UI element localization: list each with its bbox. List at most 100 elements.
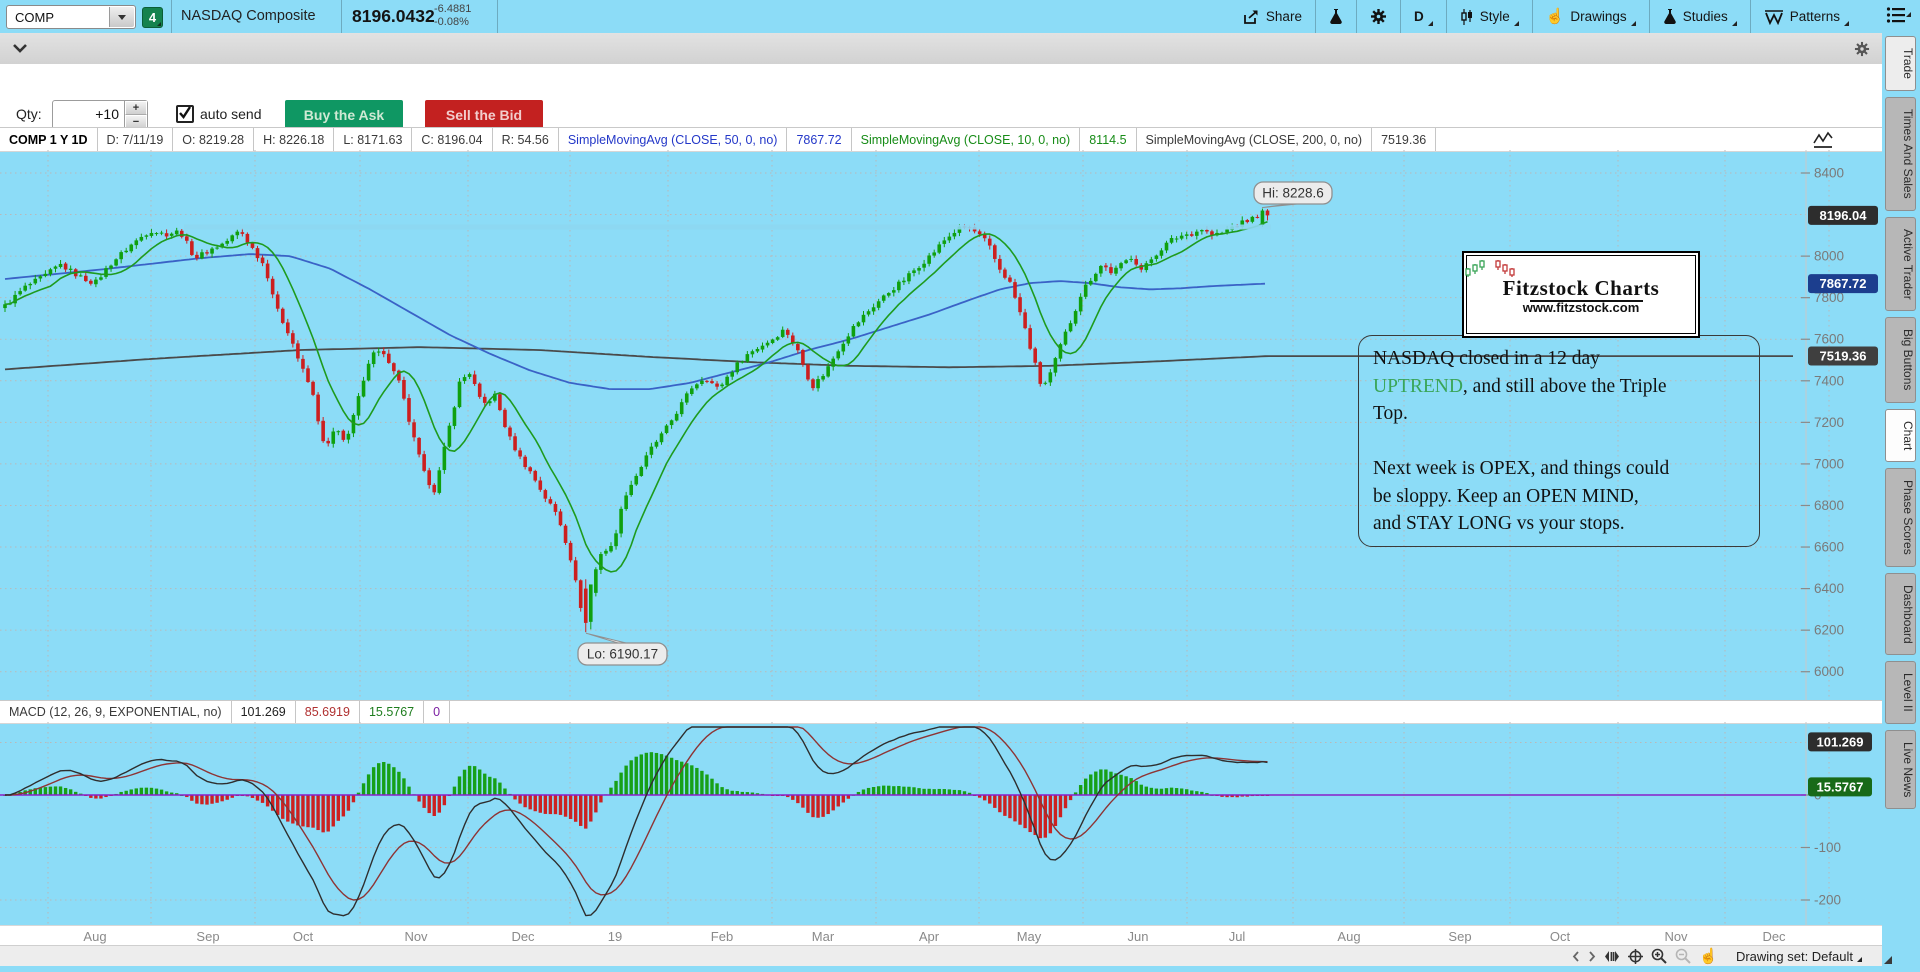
divider	[497, 0, 498, 33]
month-label: Feb	[710, 929, 734, 944]
studies-button[interactable]: Studies	[1648, 0, 1750, 33]
drawing-set-selector[interactable]: Drawing set: Default	[1736, 949, 1862, 964]
logo-candles-icon	[1465, 260, 1515, 277]
price-change: -6.4881 -0.08%	[434, 3, 471, 29]
macd-chart[interactable]: 0-100-200101.26915.5767	[0, 722, 1882, 925]
quantity-stepper[interactable]: +10 + −	[52, 100, 148, 130]
check-icon	[179, 106, 192, 119]
style-button[interactable]: Style	[1445, 0, 1532, 33]
month-label: Apr	[918, 929, 940, 944]
ohlc-field: D: 7/11/19	[98, 128, 174, 151]
analyze-button[interactable]	[1314, 0, 1356, 33]
auto-send-checkbox[interactable]	[176, 105, 194, 123]
last-price: 8196.0432	[352, 6, 435, 26]
back-arrow-icon[interactable]	[1572, 950, 1580, 962]
sidebar-tab-phase-scores[interactable]: Phase Scores	[1885, 467, 1916, 567]
month-label: Aug	[1337, 929, 1361, 944]
studies-label: Studies	[1682, 9, 1728, 24]
sidebar-tab-live-news[interactable]: Live News	[1885, 730, 1916, 810]
resize-grip[interactable]	[1884, 956, 1892, 964]
stepper-buttons: + −	[124, 101, 147, 129]
month-label: Aug	[83, 929, 107, 944]
price-tick-label: 7200	[1814, 415, 1844, 430]
line-chart-icon[interactable]	[1812, 131, 1834, 149]
forward-arrow-icon[interactable]	[1588, 950, 1596, 962]
month-label: Jun	[1127, 929, 1149, 944]
macd-value: 85.6919	[296, 701, 360, 723]
month-label: May	[1016, 929, 1042, 944]
crosshair-icon[interactable]	[1628, 948, 1644, 964]
ohlc-field: O: 8219.28	[173, 128, 255, 151]
share-icon	[1244, 9, 1258, 24]
gadget-collapse-bar	[0, 33, 1882, 65]
time-axis[interactable]: Aug Sep Oct Nov Dec 19 Feb Mar Apr May Jun Jul Aug Se…	[0, 925, 1882, 946]
price-badge: 7519.36	[1820, 348, 1867, 363]
sidebar-tab-chart[interactable]: Chart	[1885, 408, 1916, 462]
sidebar-tab-active-trader[interactable]: Active Trader	[1885, 216, 1916, 312]
chevron-down-icon[interactable]	[12, 43, 28, 54]
dropdown-corner-icon	[1844, 21, 1849, 26]
macd-value: 15.5767	[360, 701, 425, 723]
change-value: -6.4881	[434, 3, 472, 15]
sidebar-tab-dashboard[interactable]: Dashboard	[1885, 572, 1916, 656]
price-tick-label: 7600	[1814, 332, 1844, 347]
qty-label: Qty:	[16, 106, 42, 122]
analysis-note-box[interactable]: NASDAQ closed in a 12 day UPTREND, and st…	[1358, 335, 1760, 547]
sidebar-tab-trade[interactable]: Trade	[1885, 36, 1916, 91]
month-label: Jul	[1228, 929, 1246, 944]
increment-button[interactable]: +	[125, 101, 147, 115]
study-label[interactable]: SimpleMovingAvg (CLOSE, 10, 0, no)	[852, 128, 1081, 151]
price-tick-label: 6000	[1814, 664, 1844, 679]
gadget-sidebar: Trade Times And Sales Active Trader Big But…	[1882, 33, 1920, 966]
auto-scroll-icon[interactable]	[1604, 950, 1620, 963]
study-label[interactable]: SimpleMovingAvg (CLOSE, 200, 0, no)	[1137, 128, 1373, 151]
auto-send-label: auto send	[200, 106, 262, 122]
toolbar-right-cluster: Share D Style ☝ Drawings Studies Pattern…	[1230, 0, 1862, 33]
study-label[interactable]: SimpleMovingAvg (CLOSE, 50, 0, no)	[559, 128, 788, 151]
price-tick-label: 6800	[1814, 498, 1844, 513]
hand-pointer-icon[interactable]: ☝	[1699, 947, 1718, 965]
study-value: 7519.36	[1372, 128, 1437, 151]
price-badge: 8196.04	[1820, 208, 1868, 223]
dropdown-corner-icon	[1857, 956, 1862, 962]
patterns-label: Patterns	[1789, 9, 1840, 24]
trading-platform-window: COMP 4 NASDAQ Composite 8196.0432 -6.488…	[0, 0, 1920, 972]
gear-icon	[1370, 9, 1386, 24]
timeframe-button[interactable]: D	[1399, 0, 1446, 33]
hi-bubble: Hi: 8228.6	[1262, 186, 1324, 201]
symbol-dropdown-button[interactable]	[109, 7, 134, 27]
top-toolbar: COMP 4 NASDAQ Composite 8196.0432 -6.488…	[0, 0, 1920, 34]
qty-value[interactable]: +10	[53, 101, 124, 129]
month-label: Oct	[1549, 929, 1571, 944]
dropdown-corner-icon	[1630, 21, 1636, 26]
change-percent: -0.08%	[434, 16, 469, 28]
ohlc-field: R: 54.56	[493, 128, 559, 151]
list-icon	[1886, 7, 1905, 23]
dropdown-corner-icon	[1731, 21, 1737, 26]
link-level-badge[interactable]: 4	[142, 7, 163, 28]
price-tick-label: 6600	[1814, 540, 1844, 555]
lo-bubble: Lo: 6190.17	[587, 647, 658, 662]
zoom-out-icon[interactable]	[1675, 948, 1691, 964]
zoom-in-icon[interactable]	[1651, 948, 1667, 964]
macd-badge: 101.269	[1817, 734, 1864, 749]
drawings-button[interactable]: ☝ Drawings	[1531, 0, 1649, 33]
macd-study-label[interactable]: MACD (12, 26, 9, EXPONENTIAL, no)	[0, 701, 232, 723]
gadget-list-button[interactable]	[1886, 6, 1911, 24]
timeframe-label: D	[1413, 9, 1424, 24]
macd-header: MACD (12, 26, 9, EXPONENTIAL, no) 101.269…	[0, 700, 1882, 724]
hand-pointer-icon: ☝	[1545, 8, 1565, 25]
sidebar-tab-times-and-sales[interactable]: Times And Sales	[1885, 96, 1916, 211]
sidebar-tab-big-buttons[interactable]: Big Buttons	[1885, 317, 1916, 403]
month-label: Sep	[196, 929, 220, 944]
symbol-select[interactable]: COMP	[6, 5, 136, 29]
macd-value: 101.269	[232, 701, 296, 723]
month-label: Sep	[1448, 929, 1472, 944]
gear-icon[interactable]	[1854, 41, 1870, 57]
month-label: Dec	[511, 929, 535, 944]
sidebar-tab-level-ii[interactable]: Level II	[1885, 661, 1916, 725]
patterns-button[interactable]: Patterns	[1749, 0, 1862, 33]
month-label: Nov	[404, 929, 428, 944]
settings-button[interactable]	[1355, 0, 1400, 33]
share-button[interactable]: Share	[1230, 0, 1315, 33]
